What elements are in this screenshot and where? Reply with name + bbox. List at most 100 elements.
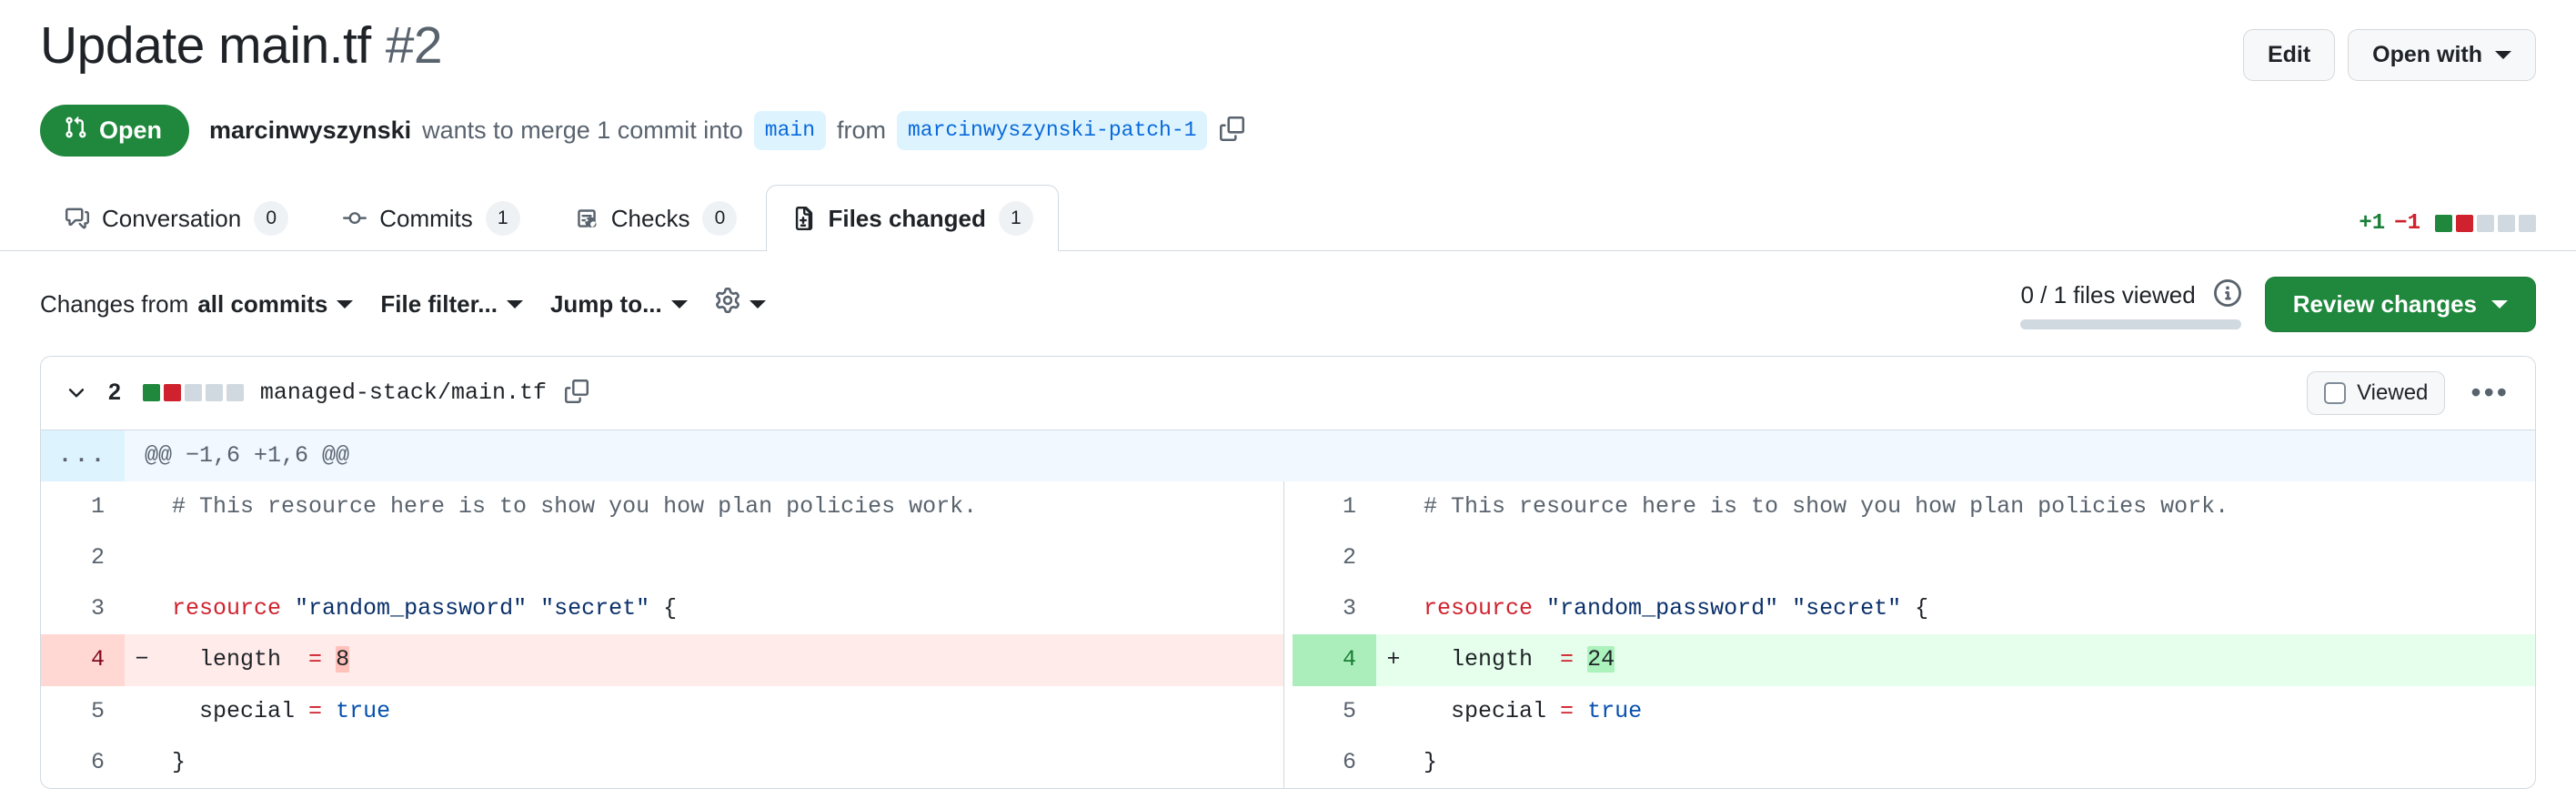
status-badge-label: Open (99, 116, 163, 144)
files-viewed-progressbar (2020, 319, 2241, 329)
byline-text-middle: from (837, 116, 886, 144)
pr-tabs-bar: Conversation 0 Commits 1 Checks 0 Files … (0, 184, 2576, 251)
line-number-right[interactable]: 6 (1293, 737, 1376, 788)
jump-to-dropdown[interactable]: Jump to... (550, 288, 688, 320)
info-icon[interactable] (2213, 278, 2241, 311)
hunk-expander-button[interactable]: ... (41, 430, 125, 481)
file-diff-card: 2 managed-stack/main.tf Viewed ••• ... @… (40, 355, 2536, 789)
tab-files-changed-label: Files changed (828, 204, 986, 232)
code-left[interactable]: special = true (159, 686, 1283, 737)
tab-checks-count: 0 (702, 200, 738, 236)
code-right[interactable]: resource "random_password" "secret" { (1411, 583, 2535, 634)
files-viewed-text: 0 / 1 files viewed (2020, 280, 2196, 309)
edit-button-label: Edit (2267, 42, 2311, 67)
diff-toolbar-right: 0 / 1 files viewed Review changes (2020, 276, 2536, 332)
hunk-header-row: ... @@ −1,6 +1,6 @@ (41, 430, 2535, 481)
base-branch-chip[interactable]: main (753, 110, 826, 150)
code-left[interactable] (159, 532, 1283, 583)
pr-header: Update main.tf #2 Edit Open with (0, 0, 2576, 81)
tab-conversation[interactable]: Conversation 0 (40, 185, 314, 251)
table-row: 4 − length = 8 4 + length = 24 (41, 634, 2535, 686)
file-diff-header-right: Viewed ••• (2307, 370, 2515, 415)
line-number-right[interactable]: 5 (1293, 686, 1376, 737)
copy-branch-button[interactable] (1218, 116, 1246, 144)
diffstat-deletions: −1 (2394, 210, 2420, 236)
line-number-left[interactable]: 1 (41, 481, 125, 532)
gear-icon (715, 287, 740, 321)
diff-toolbar-left: Changes from all commits File filter... … (40, 287, 766, 321)
tab-commits-count: 1 (485, 200, 520, 236)
code-left[interactable]: # This resource here is to show you how … (159, 481, 1283, 532)
line-sign-right (1376, 686, 1411, 737)
line-sign-right: + (1376, 634, 1411, 686)
checklist-icon (575, 207, 599, 230)
table-row: 3 resource "random_password" "secret" { … (41, 583, 2535, 635)
code-left[interactable]: } (159, 737, 1283, 788)
line-sign-right (1376, 737, 1411, 788)
pane-divider (1283, 634, 1293, 686)
diffstat-block (226, 384, 244, 402)
collapse-file-button[interactable] (61, 378, 92, 409)
file-options-button[interactable]: ••• (2465, 378, 2515, 407)
file-filter-dropdown[interactable]: File filter... (380, 288, 523, 320)
line-number-right[interactable]: 1 (1293, 481, 1376, 532)
line-sign-left (125, 532, 159, 583)
pane-divider (1283, 480, 1293, 532)
tab-checks[interactable]: Checks 0 (549, 185, 763, 251)
line-number-left[interactable]: 5 (41, 686, 125, 737)
code-right[interactable]: special = true (1411, 686, 2535, 737)
chevron-down-icon (2491, 299, 2508, 309)
diff-toolbar: Changes from all commits File filter... … (0, 251, 2576, 332)
open-with-button[interactable]: Open with (2348, 29, 2536, 81)
line-sign-right (1376, 583, 1411, 634)
line-sign-left (125, 583, 159, 634)
page-title: Update main.tf #2 (40, 16, 443, 76)
code-right[interactable]: length = 24 (1411, 634, 2535, 686)
review-changes-button[interactable]: Review changes (2264, 276, 2536, 332)
diffstat-block (2456, 214, 2473, 232)
changes-from-dropdown[interactable]: Changes from all commits (40, 288, 354, 320)
line-number-left[interactable]: 3 (41, 583, 125, 634)
viewed-label: Viewed (2357, 379, 2429, 405)
diffstat-summary: +1 −1 (2359, 211, 2536, 250)
copy-path-button[interactable] (563, 379, 590, 406)
diff-settings-dropdown[interactable] (715, 287, 766, 321)
checkbox-box-icon (2324, 381, 2347, 404)
jump-to-label: Jump to... (549, 290, 662, 319)
tab-conversation-label: Conversation (102, 204, 242, 232)
tab-conversation-count: 0 (254, 200, 289, 236)
chevron-down-icon (749, 299, 766, 309)
line-number-right[interactable]: 2 (1293, 532, 1376, 583)
diffstat-block (2435, 214, 2452, 232)
chevron-down-icon (2495, 50, 2511, 59)
pull-request-icon (64, 116, 87, 146)
file-path[interactable]: managed-stack/main.tf (260, 379, 547, 406)
line-number-left[interactable]: 4 (41, 634, 125, 686)
pr-tabs: Conversation 0 Commits 1 Checks 0 Files … (40, 184, 1059, 251)
line-number-right[interactable]: 4 (1293, 634, 1376, 686)
viewed-checkbox[interactable]: Viewed (2307, 370, 2446, 415)
changes-from-prefix: Changes from (40, 290, 189, 319)
line-sign-left (125, 686, 159, 737)
code-left[interactable]: length = 8 (159, 634, 1283, 686)
line-number-left[interactable]: 2 (41, 532, 125, 583)
line-sign-left (125, 737, 159, 788)
edit-button[interactable]: Edit (2242, 29, 2336, 81)
pr-state-row: Open marcinwyszynski wants to merge 1 co… (0, 81, 2576, 157)
pane-divider (1283, 531, 1293, 584)
diffstat-block (163, 384, 181, 402)
file-diff-icon (791, 206, 815, 230)
code-left[interactable]: resource "random_password" "secret" { (159, 583, 1283, 634)
code-right[interactable]: } (1411, 737, 2535, 788)
file-diffstat-blocks (142, 384, 244, 402)
tab-checks-label: Checks (610, 204, 690, 232)
code-right[interactable]: # This resource here is to show you how … (1411, 481, 2535, 532)
line-number-right[interactable]: 3 (1293, 583, 1376, 634)
header-actions: Edit Open with (2242, 16, 2536, 81)
tab-files-changed[interactable]: Files changed 1 (766, 184, 1059, 251)
file-diff-header: 2 managed-stack/main.tf Viewed ••• (41, 356, 2535, 430)
tab-commits[interactable]: Commits 1 (317, 185, 546, 251)
head-branch-chip[interactable]: marcinwyszynski-patch-1 (897, 110, 1208, 150)
line-number-left[interactable]: 6 (41, 737, 125, 788)
code-right[interactable] (1411, 532, 2535, 583)
